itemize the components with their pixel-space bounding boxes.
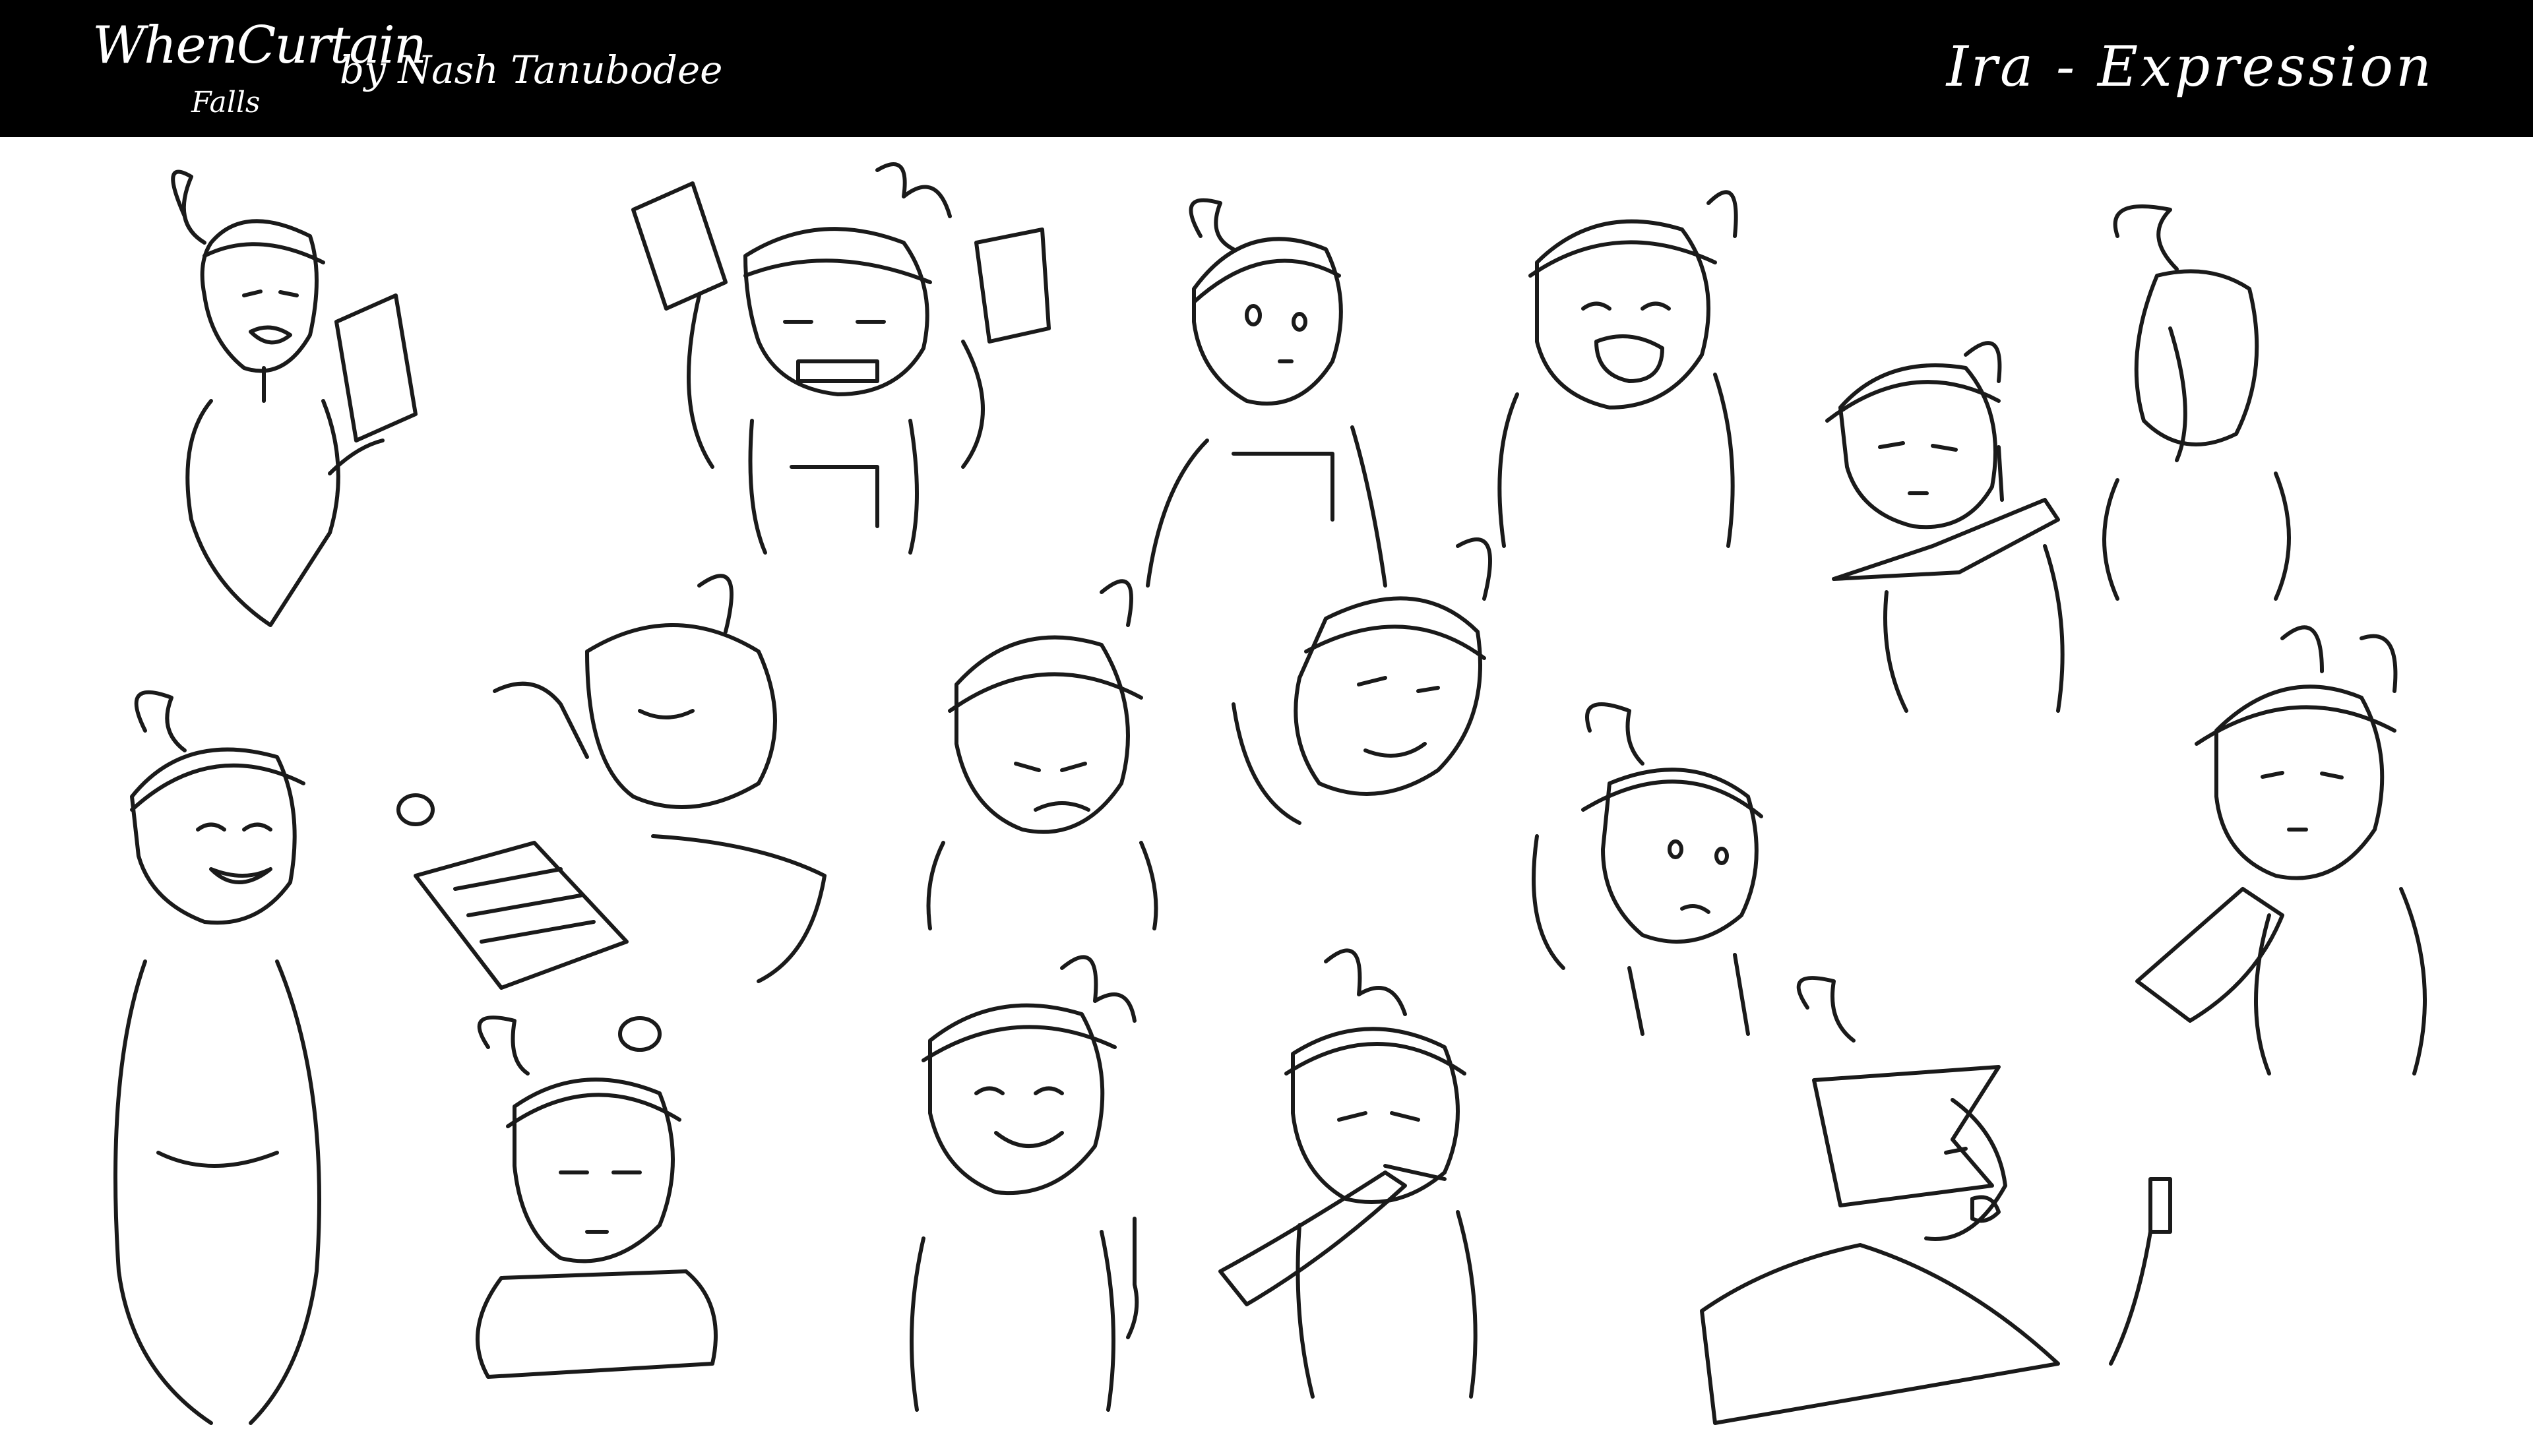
- sketch-shouting-phone: [1689, 968, 2216, 1430]
- sketch-crying: [1464, 177, 1755, 572]
- sketch-back-view-drawing: [2102, 204, 2291, 601]
- sketch-cheerful-finger-up: [864, 942, 1181, 1416]
- sketch-back-view: [2078, 197, 2315, 605]
- author-byline: by Nash Tanubodee: [340, 47, 723, 92]
- sketch-laughing-eyes-closed-drawing: [113, 690, 321, 1425]
- sketch-resting-chin-bored-drawing: [476, 1016, 718, 1379]
- sketch-brushing-teeth-drawing: [1218, 948, 1478, 1399]
- header-bar: WhenCurtain Falls by Nash Tanubodee Ira …: [0, 0, 2533, 137]
- sketch-asleep-at-desk: [389, 559, 844, 1052]
- sketch-shouting-phone-drawing: [1700, 976, 2172, 1425]
- sketch-head-down-grimace-drawing: [926, 579, 1158, 930]
- sheet-title: Ira - Expression: [1946, 34, 2434, 99]
- sketch-brushing-teeth: [1194, 935, 1530, 1410]
- sketch-tearing-paper: [594, 157, 1062, 579]
- sketch-crying-drawing: [1497, 190, 1738, 548]
- logo-subtitle: Falls: [191, 86, 261, 119]
- logo: WhenCurtain Falls: [92, 12, 427, 131]
- sketch-sheet: [0, 137, 2533, 1456]
- sketch-head-down-grimace: [904, 566, 1181, 935]
- sketch-laughing-eyes-closed: [79, 678, 356, 1436]
- sketch-tearing-paper-drawing: [631, 162, 1051, 555]
- sketch-smug-tilt-drawing: [1232, 537, 1492, 825]
- sketch-smug-tilt: [1207, 520, 1537, 889]
- sketch-cheerful-finger-up-drawing: [910, 955, 1139, 1412]
- sketch-resting-chin-bored: [435, 994, 752, 1403]
- sketch-asleep-at-desk-drawing: [396, 574, 827, 1052]
